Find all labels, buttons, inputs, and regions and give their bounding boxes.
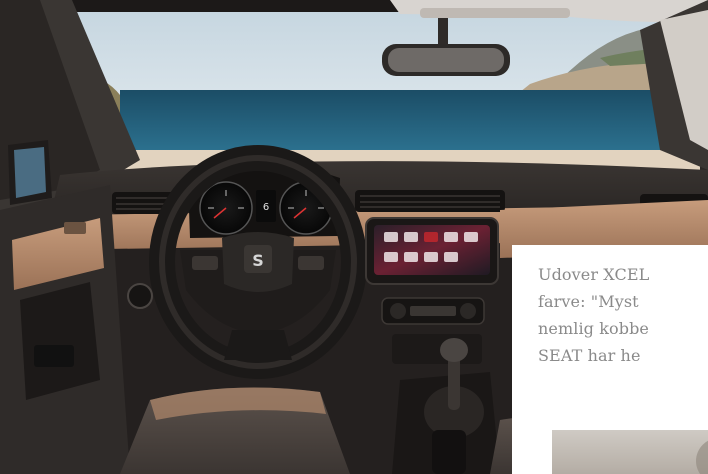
door-panel [0,185,130,474]
gear-indicator: 6 [263,202,269,213]
article-thumbnail[interactable] [552,430,708,474]
thumbnail-shape [696,438,708,474]
article-line: farve: "Myst [538,292,639,311]
article-paragraph: Udover XCEL farve: "Myst nemlig kobbe SE… [538,261,708,369]
article-line: nemlig kobbe [538,319,649,338]
infotainment-screen [365,217,499,285]
article-line: SEAT har he [538,346,641,365]
seat-logo: S [252,251,264,270]
article-line: Udover XCEL [538,265,650,284]
article-card: Udover XCEL farve: "Myst nemlig kobbe SE… [512,245,708,474]
